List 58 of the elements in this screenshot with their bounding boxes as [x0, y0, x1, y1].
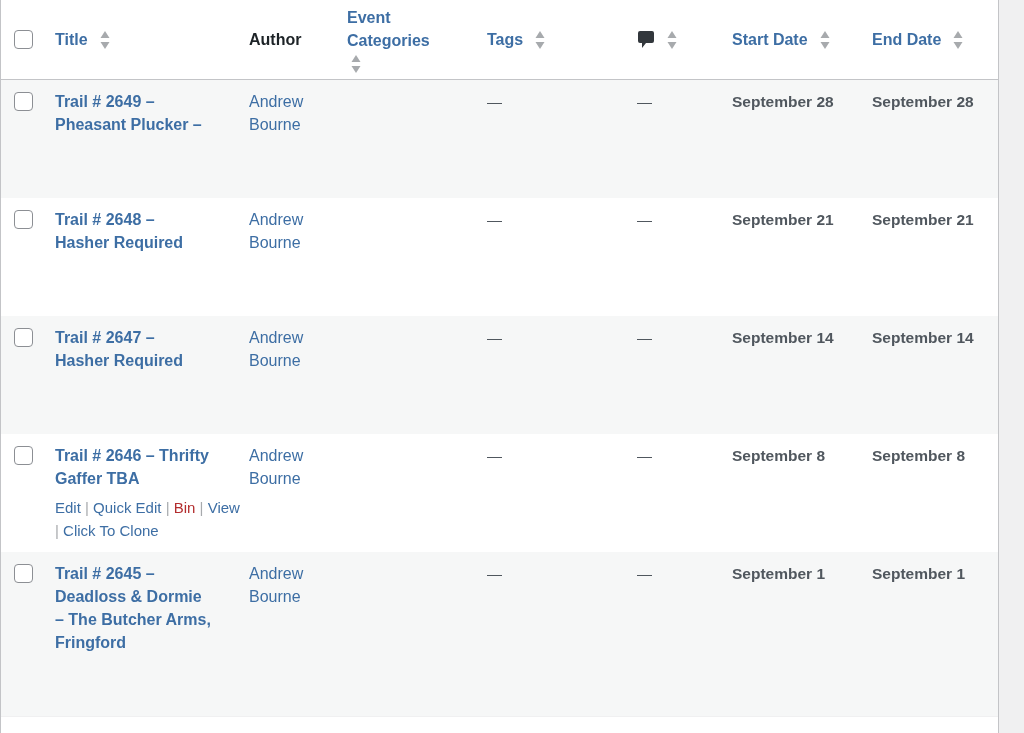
author-link[interactable]: Andrew Bourne [249, 90, 319, 136]
row-checkbox[interactable] [14, 564, 33, 583]
column-header: Author [249, 30, 302, 50]
row-checkbox[interactable] [14, 92, 33, 111]
sort-icon [351, 53, 361, 74]
author-link[interactable]: Andrew Bourne [249, 444, 319, 490]
sort-icon [819, 29, 830, 50]
comments-value: — [637, 211, 652, 228]
end-date: September 14 [872, 329, 974, 346]
post-title-link[interactable]: Trail # 2648 – Hasher Required [55, 208, 212, 254]
tags-value: — [487, 211, 502, 228]
post-title-link[interactable]: Trail # 2646 – Thrifty Gaffer TBA [55, 444, 212, 490]
row-action-link[interactable]: View [207, 499, 240, 516]
end-date: September 28 [872, 93, 974, 110]
post-title-link[interactable]: Trail # 2649 – Pheasant Plucker – [55, 90, 212, 136]
row-action-link[interactable]: Edit [55, 499, 81, 516]
sort-icon [953, 29, 964, 50]
column-header[interactable]: Title [55, 28, 88, 51]
row-checkbox[interactable] [14, 446, 33, 465]
comment-icon [637, 30, 655, 49]
author-link[interactable]: Andrew Bourne [249, 208, 319, 254]
column-header[interactable]: Event Categories [347, 5, 439, 52]
row-checkbox[interactable] [14, 30, 33, 49]
comments-value: — [637, 565, 652, 582]
row-checkbox[interactable] [14, 328, 33, 347]
post-title-link[interactable]: Trail # 2645 – Deadloss & Dormie – The Butcher Arms, Fringford [55, 562, 212, 654]
row-action-link[interactable]: Quick Edit [93, 499, 162, 516]
separator: | [55, 522, 59, 539]
end-date: September 1 [872, 565, 966, 582]
tags-value: — [487, 447, 502, 464]
sort-icon [99, 29, 110, 50]
comments-value: — [637, 447, 652, 464]
end-date: September 8 [872, 447, 966, 464]
start-date: September 8 [732, 447, 826, 464]
author-link[interactable]: Andrew Bourne [249, 562, 319, 608]
start-date: September 21 [732, 211, 834, 228]
tags-value: — [487, 329, 502, 346]
sort-icon [667, 29, 677, 50]
author-link[interactable]: Andrew Bourne [249, 326, 319, 372]
separator: | [85, 499, 89, 516]
separator: | [199, 499, 204, 516]
tags-value: — [487, 565, 502, 582]
row-checkbox[interactable] [14, 210, 33, 229]
column-header[interactable]: Tags [487, 28, 524, 51]
sort-icon [535, 29, 546, 50]
start-date: September 14 [732, 329, 834, 346]
bin-link[interactable]: Bin [173, 499, 196, 516]
end-date: September 21 [872, 211, 974, 228]
separator: | [165, 499, 170, 516]
start-date: September 28 [732, 93, 834, 110]
tags-value: — [487, 93, 502, 110]
start-date: September 1 [732, 565, 826, 582]
post-title-link[interactable]: Trail # 2647 – Hasher Required [55, 326, 212, 372]
column-header[interactable]: End Date [872, 28, 942, 51]
column-header[interactable]: Start Date [732, 28, 808, 51]
row-action-link[interactable]: Click To Clone [63, 522, 159, 539]
comments-value: — [637, 93, 652, 110]
comments-value: — [637, 329, 652, 346]
